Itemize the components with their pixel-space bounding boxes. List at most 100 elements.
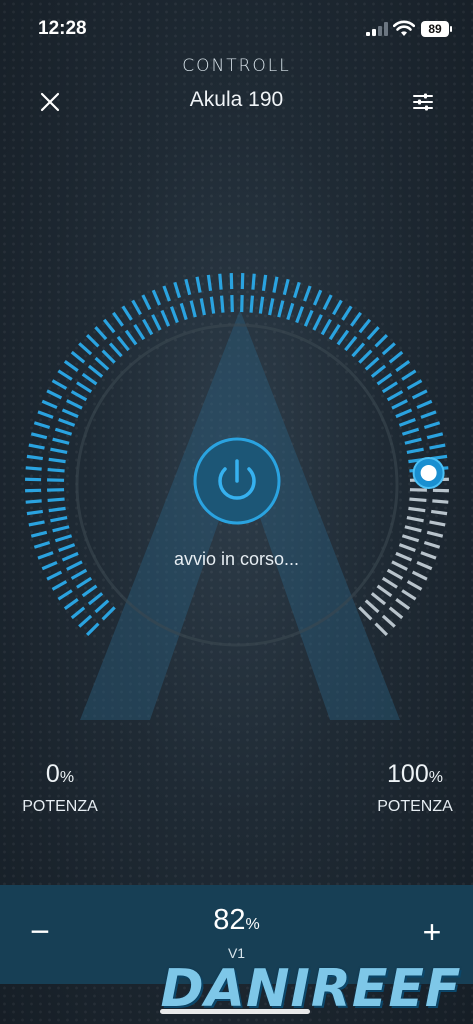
dial-tick [303, 309, 314, 327]
dial-tick [25, 499, 42, 504]
dial-tick [386, 390, 404, 402]
dial-tick [206, 274, 213, 292]
dial-tick [261, 274, 268, 292]
dial-tick [162, 285, 171, 302]
dial-tick [124, 329, 138, 346]
dial-tick [160, 309, 171, 327]
dial-tick [52, 525, 70, 533]
dial-tick [381, 576, 398, 589]
dial-tick [54, 534, 73, 543]
dial-tick [374, 333, 389, 348]
dial-tick [312, 314, 323, 331]
dial-tick [46, 570, 63, 581]
dial-tick [46, 389, 63, 400]
dial-tick [85, 622, 100, 637]
dial-tick [81, 584, 98, 598]
dial-tick [381, 342, 396, 356]
dial-tick [391, 399, 408, 410]
dial-tick [344, 335, 358, 352]
max-power-unit: % [428, 769, 443, 786]
dial-tick [388, 350, 404, 364]
dial-tick [54, 427, 73, 436]
dial-tick [381, 614, 396, 628]
dial-tick [28, 520, 45, 527]
dial-tick [376, 372, 393, 386]
dial-tick [179, 302, 188, 321]
increase-button[interactable]: + [416, 912, 448, 952]
dial-tick [351, 342, 366, 358]
speed-unit: % [245, 916, 260, 933]
dial-tick [430, 509, 448, 516]
dial-tick [47, 497, 65, 503]
dial-tick [70, 390, 88, 402]
dial-tick [102, 318, 116, 334]
dial-tick [398, 417, 416, 427]
dial-tick [94, 599, 110, 614]
dial-tick [142, 318, 154, 336]
dial-tick [121, 305, 133, 321]
dial-tick [401, 427, 420, 436]
dial-tick [76, 576, 93, 589]
dial-tick [322, 294, 333, 311]
dial-tick [131, 299, 142, 316]
dial-tick [94, 326, 108, 341]
dial-tick [70, 568, 88, 580]
home-indicator [160, 1009, 310, 1014]
dial-tick [401, 369, 417, 381]
dial-tick [411, 389, 428, 400]
speed-value: 82% [0, 904, 473, 937]
dial-tick [336, 329, 350, 346]
dial-tick [37, 410, 54, 419]
dial-tick [277, 300, 285, 318]
power-icon [193, 437, 281, 525]
dial-tick [406, 379, 423, 390]
dial-tick [57, 369, 73, 381]
dial-tick [30, 530, 48, 538]
dial-tick [341, 305, 353, 321]
dial-tick [26, 454, 44, 461]
dial-tick [87, 592, 104, 606]
knob-center[interactable] [420, 464, 437, 481]
dial-tick [295, 306, 305, 324]
dial-tick [78, 342, 93, 356]
dial-tick [286, 302, 295, 321]
dial-tick [364, 599, 380, 614]
dial-tick [58, 417, 76, 427]
dial-tick [108, 342, 123, 358]
dial-tick [364, 356, 380, 371]
dial-tick [423, 541, 441, 549]
dial-tick [184, 278, 192, 296]
dial-tick [406, 516, 424, 523]
dial-tick [199, 298, 206, 316]
dial-tick [328, 324, 341, 341]
dial-tick [423, 421, 441, 429]
dial-tick [358, 349, 373, 364]
dial-tick [112, 311, 124, 327]
dial-tick [370, 364, 387, 378]
dial-tick [376, 584, 393, 598]
dial-tick [406, 580, 423, 591]
dial-tick [272, 276, 279, 293]
power-button[interactable] [193, 437, 281, 525]
dial-tick [411, 570, 428, 581]
dial-tick [50, 516, 68, 523]
dial-tick [133, 324, 146, 341]
dial-tick [28, 443, 45, 450]
dial-tick [61, 408, 79, 419]
dial-tick [66, 399, 83, 410]
dial-tick [401, 534, 420, 543]
speed-number: 82 [213, 904, 246, 936]
dial-knob[interactable] [412, 456, 445, 489]
dial-tick [432, 499, 449, 504]
dial-tick [33, 421, 51, 429]
dial-tick [404, 437, 422, 445]
dial-tick [312, 289, 323, 306]
dial-tick [169, 306, 179, 324]
dial-tick [388, 606, 404, 620]
dial-tick [141, 294, 152, 311]
dial-tick [409, 497, 427, 503]
dial-tick [50, 447, 68, 454]
dial-tick [395, 598, 411, 610]
dial-tick [320, 318, 332, 336]
dial-tick [48, 506, 66, 513]
